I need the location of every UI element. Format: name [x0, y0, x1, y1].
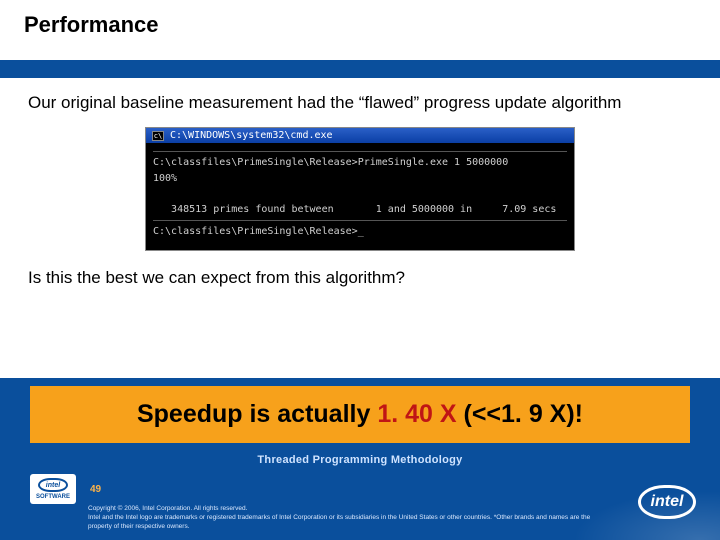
console-body: C:\classfiles\PrimeSingle\Release>PrimeS…	[146, 143, 574, 250]
corner-logo: intel	[636, 482, 698, 522]
question-paragraph: Is this the best we can expect from this…	[28, 267, 692, 288]
console-window: c\ C:\WINDOWS\system32\cmd.exe C:\classf…	[145, 127, 575, 251]
page-group: intel SOFTWARE 49	[30, 474, 101, 504]
console-line-4: C:\classfiles\PrimeSingle\Release>_	[153, 226, 364, 237]
intel-logo-icon: intel	[638, 485, 696, 519]
cmd-icon: c\	[152, 131, 164, 141]
software-label: SOFTWARE	[36, 494, 70, 500]
footer: Threaded Programming Methodology intel S…	[0, 448, 720, 540]
trademark-line: Intel and the Intel logo are trademarks …	[88, 514, 590, 530]
slide-title: Performance	[24, 12, 696, 38]
body: Our original baseline measurement had th…	[0, 78, 720, 378]
console-titlebar: c\ C:\WINDOWS\system32\cmd.exe	[146, 128, 574, 143]
callout-post: (<<1. 9 X)!	[457, 400, 583, 428]
callout-text: Speedup is actually 1. 40 X (<<1. 9 X)!	[40, 400, 680, 429]
console-line-1: C:\classfiles\PrimeSingle\Release>PrimeS…	[153, 157, 508, 168]
console-line-3: 348513 primes found between 1 and 500000…	[153, 204, 556, 215]
console-title: C:\WINDOWS\system32\cmd.exe	[170, 130, 333, 141]
callout-pre: Speedup is actually	[137, 400, 377, 428]
intro-paragraph: Our original baseline measurement had th…	[28, 92, 692, 113]
page-number: 49	[90, 484, 101, 495]
console-line-2: 100%	[153, 173, 177, 184]
callout-value: 1. 40 X	[377, 400, 456, 428]
callout-box: Speedup is actually 1. 40 X (<<1. 9 X)!	[30, 386, 690, 443]
intel-logo-small-icon: intel	[38, 478, 68, 492]
slide: Performance Our original baseline measur…	[0, 0, 720, 540]
copyright-line: Copyright © 2006, Intel Corporation. All…	[88, 505, 600, 514]
console-wrap: c\ C:\WINDOWS\system32\cmd.exe C:\classf…	[28, 127, 692, 251]
methodology-label: Threaded Programming Methodology	[0, 454, 720, 466]
header: Performance	[0, 0, 720, 60]
legal-text: Copyright © 2006, Intel Corporation. All…	[88, 505, 600, 532]
software-badge: intel SOFTWARE	[30, 474, 76, 504]
